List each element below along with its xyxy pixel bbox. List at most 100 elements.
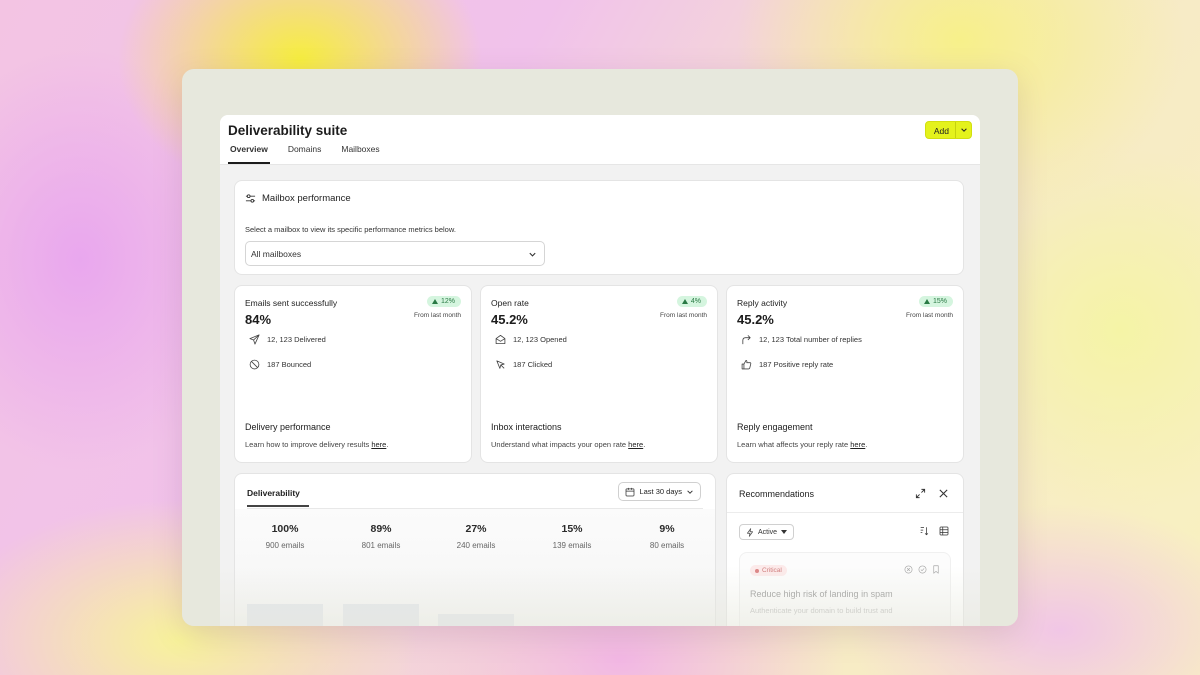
date-range-value: Last 30 days: [639, 487, 682, 496]
funnel-email-count: 900 emails: [265, 541, 305, 550]
chevron-down-icon: [529, 252, 536, 257]
funnel-bar-track: [343, 604, 419, 626]
check-circle-icon[interactable]: [918, 565, 927, 574]
footer-text: Learn what affects your reply rate: [737, 440, 851, 449]
tab-overview[interactable]: Overview: [228, 144, 270, 164]
tab-deliverability[interactable]: Deliverability: [247, 488, 309, 507]
severity-label: Critical: [762, 567, 782, 574]
metric-row: 187 Positive reply rate: [741, 359, 833, 370]
learn-more-link[interactable]: here: [371, 440, 386, 449]
thumbs-up-icon: [741, 359, 752, 370]
metric-label: Open rate: [491, 298, 529, 308]
funnel-bar-track: [438, 614, 514, 626]
funnel-email-count: 80 emails: [649, 541, 685, 550]
mailbox-select[interactable]: All mailboxes: [245, 241, 545, 266]
expand-icon[interactable]: [915, 488, 926, 499]
change-note: From last month: [660, 312, 707, 319]
funnel-percentage: 27%: [465, 523, 487, 535]
metric-row: 187 Bounced: [249, 359, 311, 370]
metric-footer-title: Delivery performance: [245, 422, 331, 432]
footer-end: .: [865, 440, 868, 449]
funnel-email-count: 240 emails: [456, 541, 496, 550]
app-header: Deliverability suite Overview Domains Ma…: [220, 115, 980, 165]
block-icon: [249, 359, 260, 370]
chevron-down-icon: [960, 128, 967, 132]
mailbox-performance-card: Mailbox performance Select a mailbox to …: [234, 180, 964, 275]
change-badge: 4%: [676, 296, 707, 307]
funnel-percentage: 100%: [271, 523, 299, 535]
mailbox-select-value: All mailboxes: [251, 249, 302, 259]
metric-row-text: 187 Positive reply rate: [759, 360, 834, 369]
tab-domains[interactable]: Domains: [286, 144, 324, 164]
status-filter-value: Active: [758, 528, 778, 536]
recommendation-item[interactable]: Critical Reduce high risk of landing in …: [739, 552, 951, 626]
metric-row-text: 12, 123 Total number of replies: [759, 335, 862, 344]
metric-footer-title: Reply engagement: [737, 422, 813, 432]
funnel-percentage: 9%: [659, 523, 675, 535]
change-note: From last month: [414, 312, 461, 319]
metric-footer-title: Inbox interactions: [491, 422, 562, 432]
metric-row-text: 12, 123 Opened: [513, 335, 567, 344]
add-dropdown-button[interactable]: [955, 122, 971, 138]
metric-row: 12, 123 Total number of replies: [741, 334, 862, 345]
change-badge: 12%: [426, 296, 461, 307]
list-tools: [919, 526, 949, 536]
mailbox-performance-description: Select a mailbox to view its specific pe…: [245, 225, 456, 234]
funnel-email-count: 801 emails: [361, 541, 401, 550]
metric-value: 45.2%: [491, 312, 528, 327]
recommendation-title: Reduce high risk of landing in spam: [750, 589, 893, 599]
close-icon[interactable]: [938, 488, 949, 499]
learn-more-link[interactable]: here: [850, 440, 865, 449]
mailbox-performance-title: Mailbox performance: [262, 193, 351, 204]
funnel-column: 89% 801 emails: [343, 523, 419, 550]
table-view-icon[interactable]: [939, 526, 949, 536]
severity-dot: [755, 568, 759, 573]
change-value: 15%: [932, 298, 947, 305]
learn-more-link[interactable]: here: [628, 440, 643, 449]
page-title: Deliverability suite: [228, 123, 348, 138]
change-value: 4%: [690, 298, 701, 305]
funnel-percentage: 15%: [561, 523, 583, 535]
recommendation-description: Authenticate your domain to build trust …: [750, 606, 893, 615]
metric-row: 12, 123 Opened: [495, 334, 567, 345]
change-note: From last month: [906, 312, 953, 319]
funnel-column: 27% 240 emails: [438, 523, 514, 550]
metric-row-text: 187 Clicked: [513, 360, 553, 369]
funnel-chart: 100% 900 emails 89% 801 emails 27% 240 emails…: [235, 509, 715, 626]
funnel-percentage: 89%: [370, 523, 392, 535]
window-frame: Deliverability suite Overview Domains Ma…: [182, 69, 1018, 626]
metric-label: Reply activity: [737, 298, 788, 308]
severity-badge: Critical: [750, 565, 787, 576]
recommendation-actions: [904, 565, 940, 574]
lightning-icon: [747, 527, 753, 537]
triangle-up-icon: [431, 299, 438, 304]
bookmark-icon[interactable]: [932, 565, 940, 574]
tab-mailboxes[interactable]: Mailboxes: [339, 144, 381, 164]
triangle-up-icon: [681, 299, 688, 304]
caret-down-icon: [781, 530, 788, 534]
chevron-down-icon: [687, 489, 693, 494]
sort-icon[interactable]: [919, 526, 929, 536]
footer-text: Learn how to improve delivery results: [245, 440, 372, 449]
metric-card-open-rate: Open rate 45.2% 4% From last month 12, 1…: [480, 285, 718, 463]
metric-row-text: 12, 123 Delivered: [267, 335, 326, 344]
metric-label: Emails sent successfully: [245, 298, 338, 308]
status-filter[interactable]: Active: [739, 524, 795, 540]
recommendations-card: Recommendations Active Critical Reduce h…: [726, 473, 964, 626]
dismiss-icon[interactable]: [904, 565, 913, 574]
funnel-column: 100% 900 emails: [247, 523, 323, 550]
funnel-email-count: 139 emails: [552, 541, 592, 550]
funnel-column: 9% 80 emails: [629, 523, 705, 550]
envelope-open-icon: [495, 334, 506, 345]
cursor-icon: [496, 360, 505, 369]
metric-footer-description: Understand what impacts your open rate h…: [491, 440, 645, 449]
recommendations-title: Recommendations: [739, 489, 815, 499]
deliverability-card: Deliverability Last 30 days 100% 900 emai…: [234, 473, 716, 626]
metric-footer-description: Learn how to improve delivery results he…: [245, 440, 388, 449]
date-range-select[interactable]: Last 30 days: [618, 482, 701, 501]
metric-row: 187 Clicked: [495, 359, 552, 370]
metric-value: 45.2%: [737, 312, 774, 327]
funnel-column: 15% 139 emails: [534, 523, 610, 550]
add-button[interactable]: Add: [926, 122, 955, 138]
calendar-icon: [626, 487, 635, 496]
